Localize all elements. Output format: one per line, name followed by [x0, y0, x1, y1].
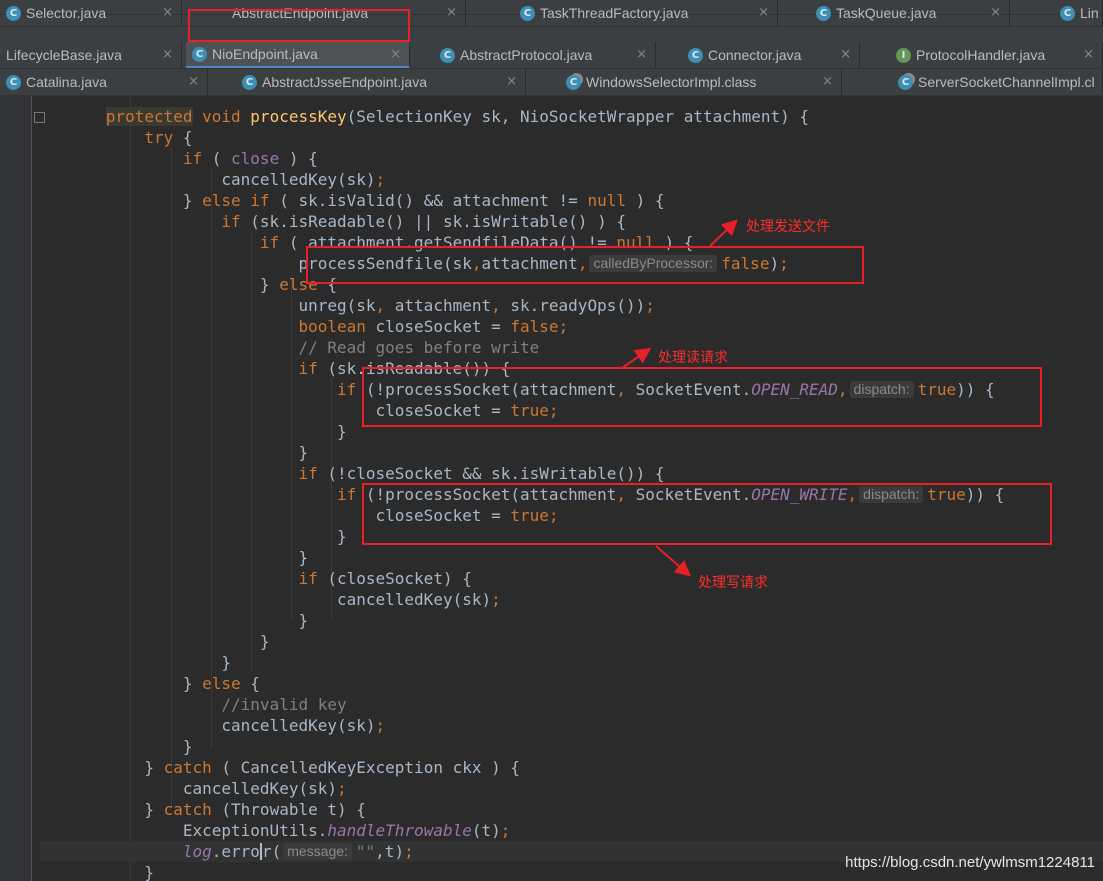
- annotation-write: 处理写请求: [698, 575, 768, 591]
- annotation-sendfile: 处理发送文件: [746, 219, 830, 235]
- arrow-read: [621, 347, 652, 369]
- arrow-write: [655, 545, 692, 577]
- watermark: https://blog.csdn.net/ywlmsm1224811: [845, 854, 1095, 871]
- annotation-arrows: [621, 219, 738, 577]
- annotation-read: 处理读请求: [658, 350, 728, 366]
- arrow-sendfile: [709, 219, 738, 247]
